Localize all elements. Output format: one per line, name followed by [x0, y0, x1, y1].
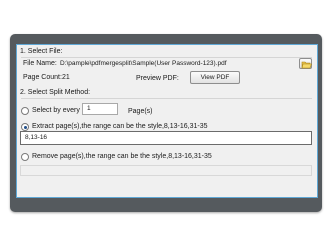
browse-file-button[interactable] [299, 58, 312, 69]
split-options-panel: 1. Select File: File Name: D:\pample\pdf… [16, 44, 318, 198]
extract-range-input[interactable]: 8,13-16 [20, 131, 312, 145]
preview-pdf-label: Preview PDF: [136, 75, 179, 82]
extract-pages-radio[interactable] [21, 123, 29, 131]
screenshot-canvas: 1. Select File: File Name: D:\pample\pdf… [0, 0, 330, 250]
file-name-field[interactable]: D:\pample\pdfmergesplit\Sample(User Pass… [55, 58, 297, 69]
split-method-divider [21, 98, 312, 99]
remove-range-input[interactable] [20, 165, 312, 176]
pages-unit-label: Page(s) [128, 108, 153, 115]
select-by-every-label: Select by every [32, 107, 80, 114]
view-pdf-button[interactable]: View PDF [190, 71, 240, 84]
extract-pages-label: Extract page(s),the range can be the sty… [32, 123, 208, 130]
select-by-every-radio[interactable] [21, 107, 29, 115]
every-pages-input[interactable]: 1 [82, 103, 118, 115]
select-file-heading: 1. Select File: [20, 48, 63, 55]
folder-open-icon [301, 61, 312, 68]
split-method-heading: 2. Select Split Method: [20, 89, 91, 96]
page-count-label: Page Count: [23, 74, 62, 81]
file-name-label: File Name: [23, 60, 57, 67]
remove-pages-radio[interactable] [21, 153, 29, 161]
remove-pages-label: Remove page(s),the range can be the styl… [32, 153, 212, 160]
page-count-value: 21 [62, 74, 70, 81]
